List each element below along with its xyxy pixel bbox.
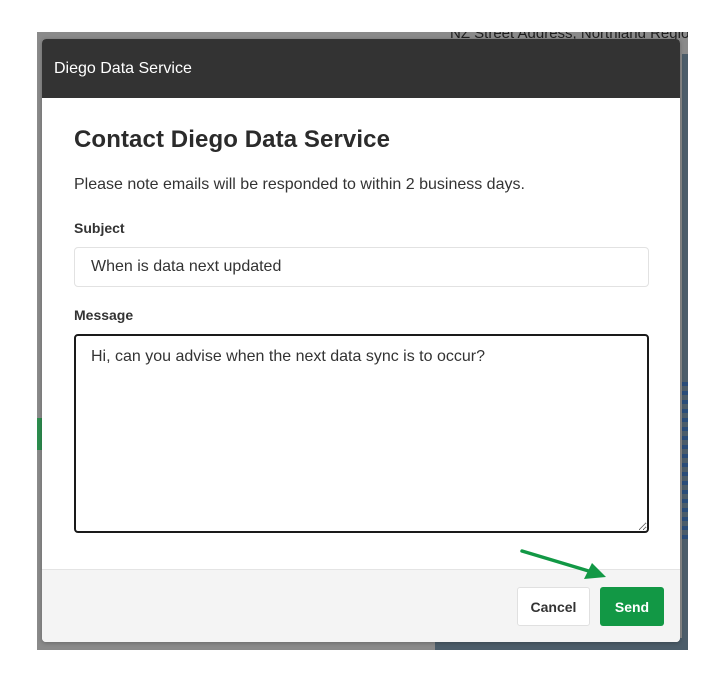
message-textarea[interactable]: Hi, can you advise when the next data sy… — [74, 334, 649, 533]
subject-input[interactable] — [74, 247, 649, 287]
message-label: Message — [74, 307, 134, 323]
dialog-body: Contact Diego Data Service Please note e… — [42, 126, 680, 533]
send-button[interactable]: Send — [600, 587, 664, 626]
dialog-header: Diego Data Service — [42, 39, 680, 98]
dialog-header-title: Diego Data Service — [54, 59, 192, 77]
arrow-annotation-icon — [520, 549, 606, 579]
cancel-button[interactable]: Cancel — [517, 587, 590, 626]
background-map-markers — [682, 382, 688, 542]
subject-label: Subject — [74, 220, 125, 236]
dialog-title: Contact Diego Data Service — [74, 126, 391, 153]
response-time-note: Please note emails will be responded to … — [74, 176, 525, 193]
background-map-edge — [682, 54, 688, 650]
